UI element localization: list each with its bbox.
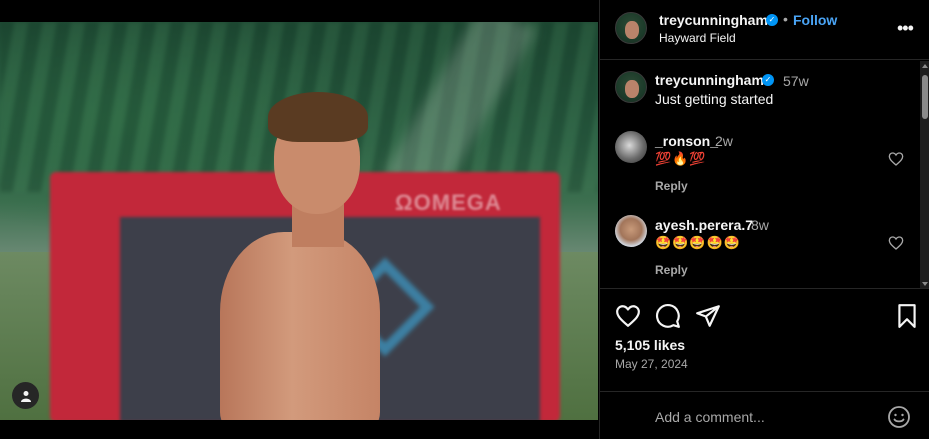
caption-time: 57w [783, 73, 809, 89]
comment-time: 2w [715, 133, 733, 149]
commenter-avatar[interactable] [615, 215, 647, 247]
user-icon [20, 390, 31, 402]
bookmark-icon[interactable] [894, 303, 920, 329]
follow-button[interactable]: Follow [793, 12, 837, 28]
athlete [210, 92, 390, 420]
like-comment-heart-icon[interactable] [888, 235, 904, 251]
paper-plane-icon[interactable] [695, 303, 721, 329]
verified-icon: ✓ [762, 74, 774, 86]
commenter-avatar[interactable] [615, 131, 647, 163]
comment-username[interactable]: ayesh.perera.7 [655, 217, 753, 233]
post-header: treycunningham ✓ • Follow Hayward Field … [600, 0, 929, 60]
more-options-button[interactable]: ••• [897, 18, 914, 39]
post-side-panel: treycunningham ✓ • Follow Hayward Field … [599, 0, 929, 439]
tagged-users-button[interactable] [12, 382, 39, 409]
scroll-up-icon[interactable] [922, 64, 928, 68]
post-date: May 27, 2024 [615, 357, 688, 371]
comment-text: 💯🔥💯 [655, 151, 707, 166]
add-comment-bar [600, 391, 929, 439]
location-link[interactable]: Hayward Field [659, 31, 736, 45]
caption-text: Just getting started [655, 91, 774, 107]
caption-avatar[interactable] [615, 71, 647, 103]
comments-scrollbar[interactable] [920, 61, 929, 288]
comment-text: 🤩🤩🤩🤩🤩 [655, 235, 741, 250]
reply-button[interactable]: Reply [655, 263, 688, 277]
author-avatar[interactable] [615, 12, 647, 44]
scroll-thumb[interactable] [922, 75, 928, 119]
comment-time: 8w [751, 217, 769, 233]
comment-input[interactable] [655, 406, 875, 428]
verified-icon: ✓ [766, 14, 778, 26]
comment-username[interactable]: _ronson_ [655, 133, 718, 149]
post-photo[interactable]: ΩOMEGA [0, 22, 598, 420]
comments-list[interactable]: treycunningham ✓ 57w Just getting starte… [600, 61, 929, 289]
board-logo: ΩOMEGA [395, 190, 502, 215]
comment-icon[interactable] [655, 303, 681, 329]
likes-count[interactable]: 5,105 likes [615, 337, 685, 353]
caption-username[interactable]: treycunningham [655, 72, 764, 88]
author-username[interactable]: treycunningham [659, 12, 768, 28]
smiley-icon[interactable] [887, 405, 911, 429]
scroll-down-icon[interactable] [922, 282, 928, 286]
separator-dot: • [783, 11, 788, 27]
like-comment-heart-icon[interactable] [888, 151, 904, 167]
heart-icon[interactable] [615, 303, 641, 329]
reply-button[interactable]: Reply [655, 179, 688, 193]
